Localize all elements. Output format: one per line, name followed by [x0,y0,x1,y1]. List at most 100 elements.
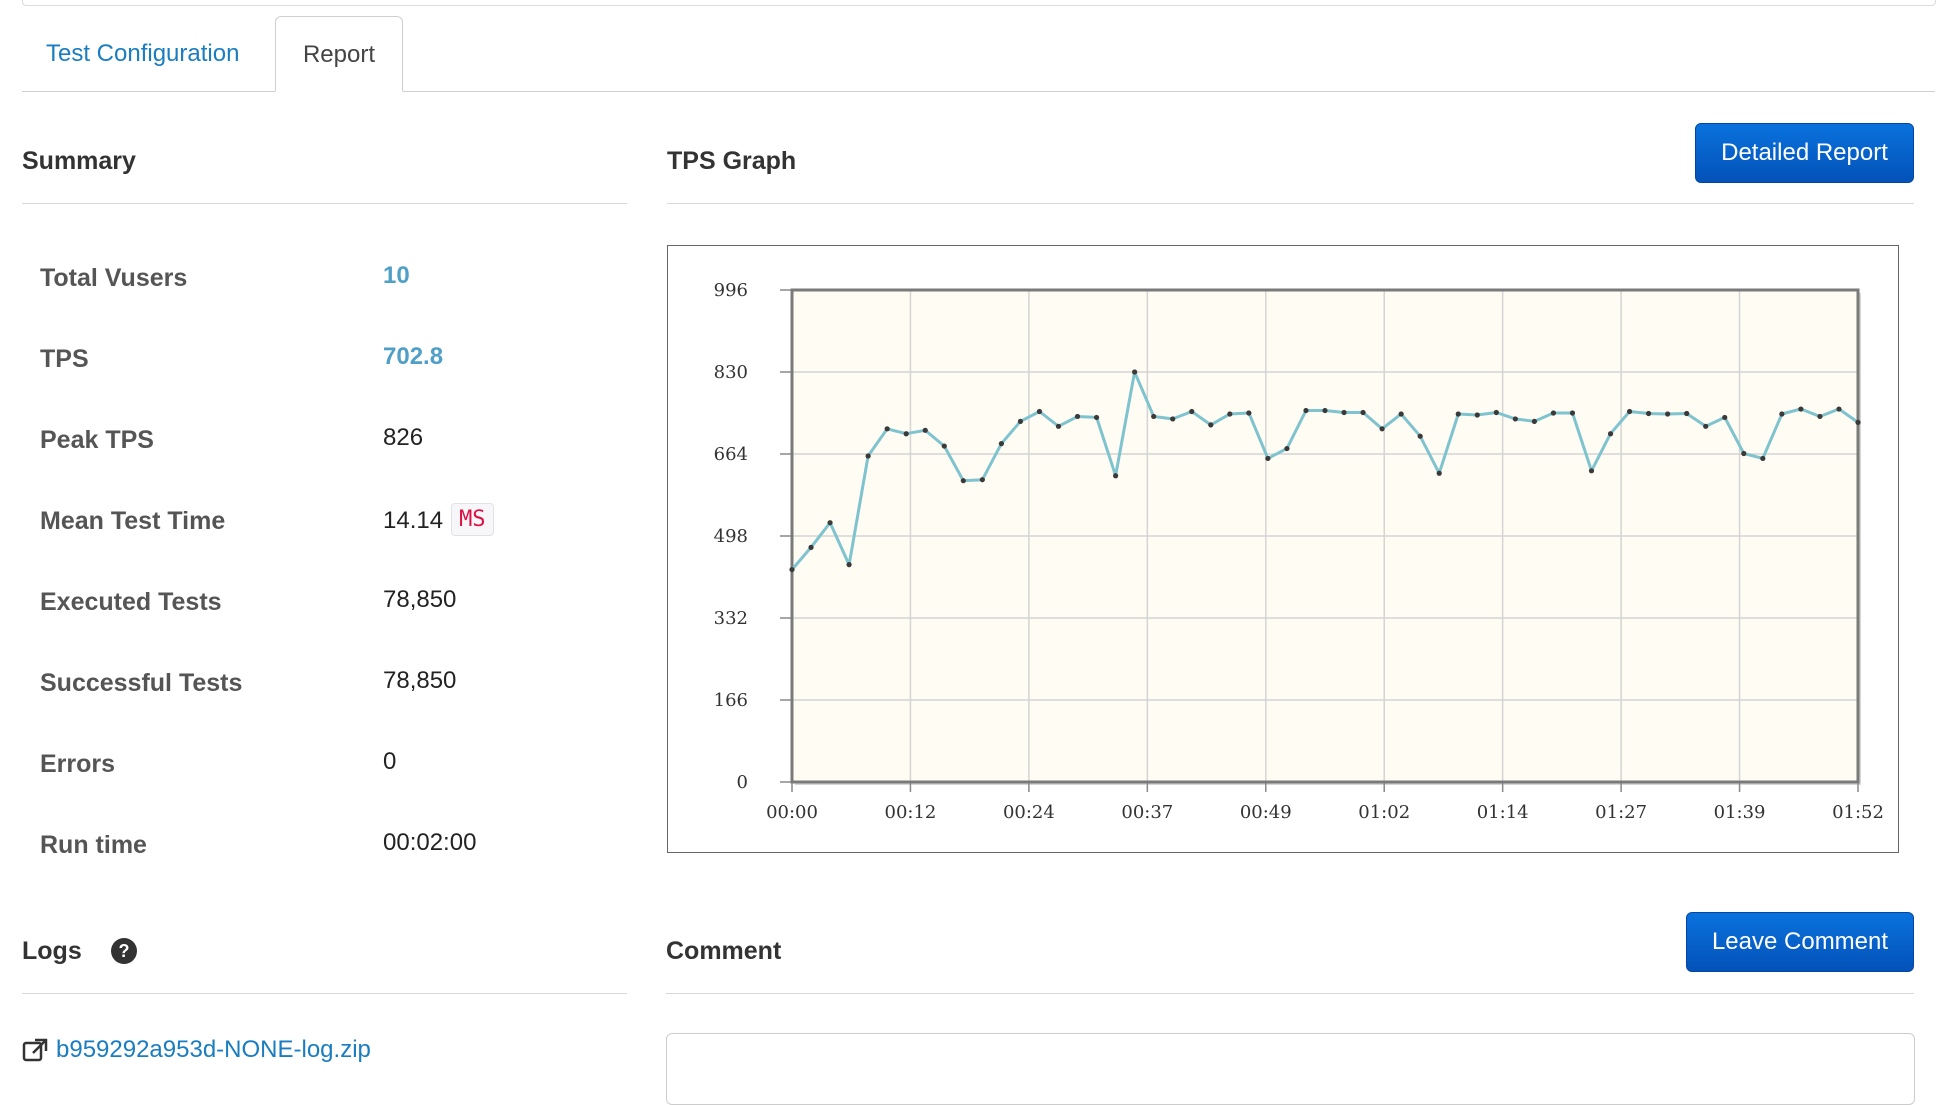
top-panel-edge [22,0,1936,6]
tps-data-point [1151,413,1157,420]
summary-label: Peak TPS [40,426,154,454]
tps-data-point [1436,470,1442,476]
comment-title: Comment [666,937,782,965]
tps-data-point [960,478,966,484]
tps-data-point [1626,408,1633,415]
tps-data-point [1379,426,1385,432]
tps-data-point [979,477,985,483]
x-tick-label: 01:52 [1832,802,1884,823]
x-tick-label: 01:27 [1595,802,1647,823]
summary-row-successful-tests: Successful Tests 78,850 [40,667,620,729]
y-tick-label: 166 [714,690,748,711]
x-tick-label: 00:37 [1121,802,1173,823]
tps-data-point [1036,408,1043,415]
tps-data-point [1836,406,1842,412]
tps-data-point [998,441,1004,447]
tps-data-point [865,453,871,459]
summary-label: Executed Tests [40,588,222,616]
comment-area[interactable] [666,1033,1915,1105]
summary-label: Total Vusers [40,264,188,292]
leave-comment-button[interactable]: Leave Comment [1686,912,1914,972]
summary-title: Summary [22,147,136,175]
detailed-report-button[interactable]: Detailed Report [1695,123,1914,183]
tps-data-point [1760,455,1766,462]
summary-value: 78,850 [383,586,457,613]
tps-data-point [884,426,890,432]
summary-label: Successful Tests [40,669,243,697]
tps-data-point [1531,418,1537,424]
tps-data-point [1493,409,1499,416]
summary-row-tps: TPS 702.8 [40,343,620,405]
tps-data-point [1550,410,1557,416]
summary-value: 00:02:00 [383,829,477,856]
summary-row-executed-tests: Executed Tests 78,850 [40,586,620,648]
tps-data-point [1817,413,1823,420]
tps-data-point [1779,411,1785,417]
tps-data-point [922,427,928,433]
tps-data-point [789,566,795,573]
summary-value: 0 [383,748,397,775]
tps-data-point [1170,416,1176,422]
summary-row-run-time: Run time 00:02:00 [40,829,620,891]
summary-row-errors: Errors 0 [40,748,620,810]
tps-data-point [1093,414,1100,421]
log-file-name[interactable]: b959292a953d-NONE-log.zip [56,1036,371,1064]
tps-data-point [808,544,814,550]
tps-data-point [1741,450,1747,457]
tps-data-point [1646,410,1652,417]
tps-data-point [1398,411,1404,417]
tps-data-point [1798,406,1804,412]
x-tick-label: 00:24 [1003,802,1055,823]
x-tick-label: 01:02 [1358,802,1410,823]
tps-data-point [1132,369,1138,375]
tps-data-point [1341,409,1347,416]
report-tabs: Test Configuration Report [22,16,1935,92]
x-tick-label: 00:49 [1240,802,1292,823]
tps-data-point [1055,423,1062,429]
tps-data-point [1284,445,1290,452]
y-tick-label: 332 [714,608,748,629]
tps-data-point [827,520,833,526]
logs-divider [22,993,627,994]
y-tick-label: 498 [714,526,748,547]
tab-test-configuration[interactable]: Test Configuration [22,16,263,91]
summary-row-mean-test-time: Mean Test Time 14.14 MS [40,503,620,567]
tps-data-point [1074,413,1081,420]
summary-row-peak-tps: Peak TPS 826 [40,424,620,486]
tps-chart-svg: 996 830 664 498 332 166 0 00:00 00:12 00:24 00:37 0… [714,280,1884,823]
x-tick-label: 00:12 [885,802,937,823]
tps-data-point [1265,455,1271,462]
tps-data-point [1455,411,1461,417]
y-tick-label: 0 [737,772,748,793]
tab-report[interactable]: Report [275,16,403,92]
question-circle-icon[interactable]: ? [111,938,137,964]
log-file-link[interactable]: b959292a953d-NONE-log.zip [22,1036,371,1064]
y-tick-label: 830 [714,362,748,383]
tps-data-point [1322,407,1328,414]
tps-data-point [1417,433,1423,439]
tps-data-point [1474,412,1480,418]
tps-graph-title: TPS Graph [667,147,797,175]
summary-value-group: 14.14 MS [383,503,494,538]
x-tick-label: 01:39 [1714,802,1766,823]
tps-data-point [1227,411,1233,417]
tps-data-point [1588,468,1595,474]
summary-value: 10 [383,262,410,289]
x-tick-label: 00:00 [766,802,818,823]
summary-label: Errors [40,750,116,778]
tps-data-point [1722,414,1728,421]
tps-graph: 996 830 664 498 332 166 0 00:00 00:12 00:24 00:37 0… [667,245,1899,853]
summary-value: 14.14 [383,506,444,534]
tps-data-point [903,431,909,437]
tps-data-point [1665,411,1671,417]
graph-divider [667,203,1914,204]
tps-data-point [1607,431,1614,437]
tps-data-point [1017,418,1024,424]
tps-data-point [1855,419,1861,425]
summary-label: TPS [40,345,89,373]
summary-label: Run time [40,831,147,859]
tps-data-point [846,562,852,568]
tps-data-point [1113,473,1119,479]
summary-value: 826 [383,424,424,451]
logs-title: Logs [22,937,82,965]
